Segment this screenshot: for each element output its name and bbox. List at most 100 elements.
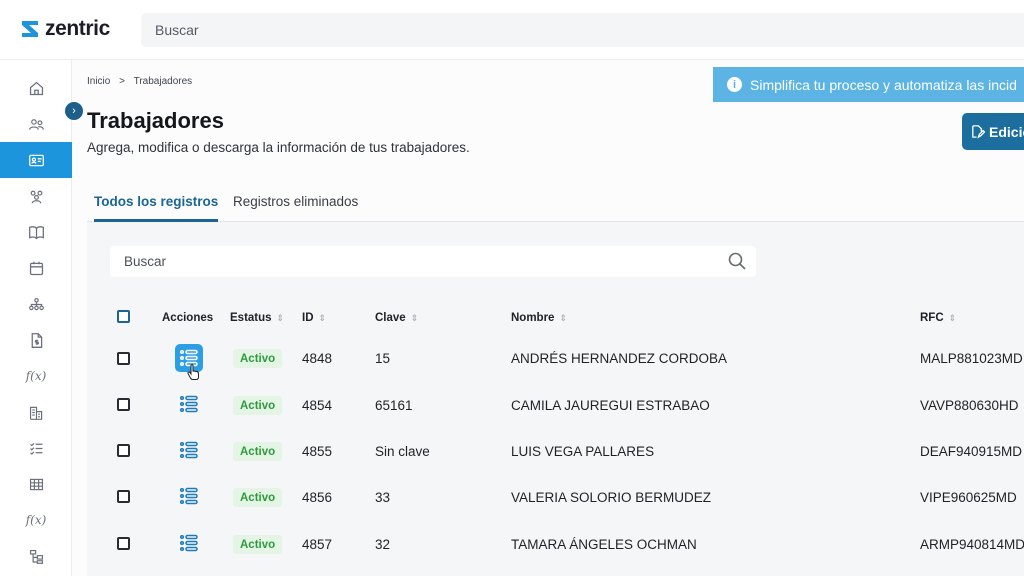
column-header-nombre[interactable]: Nombre ⇕	[511, 312, 567, 324]
status-badge: Activo	[233, 488, 283, 507]
row-actions-button[interactable]	[175, 436, 203, 464]
cell-id: 4856	[302, 490, 333, 505]
formula-icon: f(x)	[25, 513, 47, 527]
cell-nombre: VALERIA SOLORIO BERMUDEZ	[511, 490, 712, 505]
row-actions-button[interactable]	[175, 390, 203, 418]
global-search-input[interactable]: Buscar	[141, 13, 1024, 47]
page-title: Trabajadores	[87, 108, 224, 133]
cell-clave: 32	[375, 537, 391, 552]
actions-list-icon	[179, 534, 198, 552]
column-label: Acciones	[162, 312, 214, 324]
row-checkbox[interactable]	[117, 398, 130, 411]
cell-id: 4854	[302, 398, 333, 413]
sidebar-item-table[interactable]	[0, 466, 72, 502]
row-actions-button[interactable]	[175, 529, 203, 557]
app-logo[interactable]: zentric	[20, 17, 110, 41]
column-header-estatus[interactable]: Estatus ⇕	[230, 312, 284, 324]
status-badge: Activo	[233, 442, 283, 461]
user-group-icon	[30, 190, 42, 203]
cell-nombre: ANDRÉS HERNANDEZ CORDOBA	[511, 351, 728, 366]
sidebar-item-structure[interactable]	[0, 286, 72, 322]
pointer-cursor-icon	[187, 364, 199, 380]
book-icon	[28, 225, 44, 239]
cell-clave: 33	[375, 490, 391, 505]
chevron-right-icon: ›	[72, 105, 76, 117]
building-report-icon	[29, 406, 42, 420]
banner-text: Simplifica tu proceso y automatiza las i…	[750, 76, 1017, 93]
cell-rfc: DEAF940915MD	[920, 444, 1023, 459]
sidebar-item-checklist[interactable]	[0, 430, 72, 466]
sidebar-item-hierarchy[interactable]	[0, 538, 72, 574]
column-header-rfc[interactable]: RFC ⇕	[920, 312, 956, 324]
home-icon	[29, 81, 43, 95]
grid-search-input[interactable]: Buscar	[110, 246, 756, 277]
cell-rfc: MALP881023MD	[920, 351, 1023, 366]
tab-all-records[interactable]: Todos los registros	[94, 186, 219, 222]
row-checkbox[interactable]	[117, 537, 130, 550]
sidebar-item-users[interactable]	[0, 106, 72, 142]
sidebar-item-formulas-2[interactable]: f(x)	[0, 502, 72, 538]
edit-button[interactable]: Edicio	[962, 113, 1024, 150]
column-label: Clave	[375, 312, 406, 324]
sidebar-item-workers[interactable]	[0, 142, 72, 178]
row-checkbox[interactable]	[117, 444, 130, 457]
column-header-acciones: Acciones	[162, 312, 213, 324]
cell-rfc: VIPE960625MD	[920, 490, 1017, 505]
cell-rfc: VAVP880630HD	[920, 398, 1019, 413]
row-checkbox[interactable]	[117, 490, 130, 503]
cell-id: 4855	[302, 444, 333, 459]
sidebar-item-reports[interactable]	[0, 394, 72, 430]
list-checks-icon	[29, 442, 42, 455]
sidebar-item-groups[interactable]	[0, 178, 72, 214]
cell-nombre: CAMILA JAUREGUI ESTRABAO	[511, 398, 710, 413]
grid-search-placeholder: Buscar	[124, 254, 167, 269]
status-badge: Activo	[233, 535, 283, 554]
sort-icon[interactable]: ⇕	[949, 313, 957, 324]
sidebar-item-home[interactable]	[0, 70, 72, 106]
global-search-placeholder: Buscar	[155, 22, 199, 38]
search-icon[interactable]	[726, 250, 748, 272]
cell-id: 4857	[302, 537, 333, 552]
column-header-clave[interactable]: Clave ⇕	[375, 312, 418, 324]
formula-icon: f(x)	[25, 369, 47, 383]
status-badge: Activo	[233, 349, 283, 368]
users-icon	[28, 118, 44, 130]
breadcrumb: Inicio > Trabajadores	[87, 76, 198, 87]
select-all-checkbox[interactable]	[117, 310, 130, 323]
table-grid-icon	[29, 478, 43, 490]
sort-icon[interactable]: ⇕	[277, 313, 285, 324]
edit-button-label: Edicio	[989, 123, 1024, 140]
sort-icon[interactable]: ⇕	[319, 313, 327, 324]
sort-icon[interactable]: ⇕	[559, 313, 567, 324]
column-label: ID	[302, 312, 314, 324]
actions-list-icon	[179, 395, 198, 413]
sidebar-item-payroll[interactable]	[0, 322, 72, 358]
cell-id: 4848	[302, 351, 333, 366]
payroll-document-icon	[31, 332, 42, 348]
column-header-id[interactable]: ID ⇕	[302, 312, 326, 324]
row-checkbox[interactable]	[117, 352, 130, 365]
column-label: Nombre	[511, 312, 555, 324]
cell-nombre: TAMARA ÁNGELES OCHMAN	[511, 537, 697, 552]
actions-list-icon	[179, 487, 198, 505]
sidebar-collapse-button[interactable]: ›	[65, 102, 83, 120]
breadcrumb-home[interactable]: Inicio	[87, 76, 110, 87]
column-label: RFC	[920, 312, 944, 324]
sort-icon[interactable]: ⇕	[411, 313, 419, 324]
info-banner[interactable]: i Simplifica tu proceso y automatiza las…	[713, 67, 1024, 102]
edit-document-icon	[972, 125, 985, 139]
cell-rfc: ARMP940814MD	[920, 537, 1024, 552]
hierarchy-icon	[29, 549, 43, 564]
cell-clave: Sin clave	[375, 444, 430, 459]
page-subtitle: Agrega, modifica o descarga la informaci…	[87, 140, 470, 155]
sidebar-item-calendar[interactable]	[0, 250, 72, 286]
cell-clave: 65161	[375, 398, 413, 413]
sidebar-item-catalog[interactable]	[0, 214, 72, 250]
sidebar-item-formulas[interactable]: f(x)	[0, 358, 72, 394]
sidebar: f(x) f(x)	[0, 60, 72, 576]
actions-list-icon	[179, 441, 198, 459]
tab-deleted-records[interactable]: Registros eliminados	[233, 186, 358, 222]
row-actions-button[interactable]	[175, 482, 203, 510]
zentric-logo-icon	[22, 21, 38, 37]
org-chart-icon	[28, 297, 44, 310]
